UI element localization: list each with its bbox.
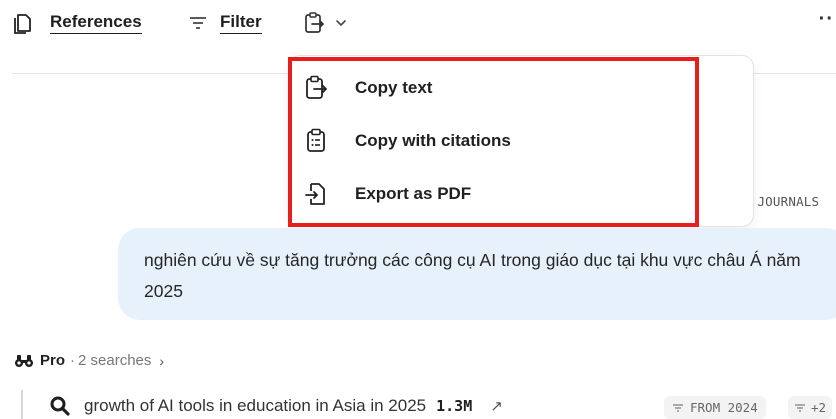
copy-with-citations-menu-item[interactable]: Copy with citations xyxy=(303,121,511,161)
pro-searches-row[interactable]: Pro · 2 searches › xyxy=(14,352,164,369)
copy-text-label: Copy text xyxy=(355,78,433,97)
user-query-bubble: nghiên cứu về sự tăng trưởng các công cụ… xyxy=(118,228,836,320)
copy-text-menu-item[interactable]: Copy text xyxy=(303,68,432,108)
result-count: 1.3M xyxy=(436,397,473,415)
references-label: References xyxy=(50,12,142,34)
export-dropdown-menu: Copy text Copy with citations Export as … xyxy=(288,55,754,227)
more-filters-tag[interactable]: +2 xyxy=(788,396,833,419)
searches-count: 2 searches xyxy=(78,352,152,369)
external-link-icon[interactable]: ↗ xyxy=(490,397,503,415)
date-filter-label: FROM 2024 xyxy=(690,400,758,415)
thread-line xyxy=(21,390,23,419)
more-filters-label: +2 xyxy=(811,400,827,415)
filter-icon xyxy=(188,13,208,33)
filter-icon xyxy=(672,403,684,413)
filter-icon xyxy=(794,403,806,413)
more-options-button[interactable]: ·· xyxy=(819,8,834,31)
chevron-down-icon xyxy=(335,18,347,28)
clipboard-list-icon xyxy=(303,128,329,154)
pro-label: Pro xyxy=(40,352,66,369)
toolbar: References Filter ·· xyxy=(0,0,836,46)
file-export-icon xyxy=(303,181,329,207)
export-as-pdf-label: Export as PDF xyxy=(355,184,472,203)
separator-dot: · xyxy=(70,352,76,369)
date-filter-tag[interactable]: FROM 2024 xyxy=(664,396,766,419)
search-query-row[interactable]: growth of AI tools in education in Asia … xyxy=(50,396,503,416)
references-tab[interactable]: References xyxy=(12,9,142,37)
pages-icon xyxy=(12,11,34,35)
copy-with-citations-label: Copy with citations xyxy=(355,131,511,150)
export-menu-button[interactable] xyxy=(303,9,347,37)
user-query-text: nghiên cứu về sự tăng trưởng các công cụ… xyxy=(144,250,801,301)
clipboard-arrow-icon xyxy=(303,11,325,35)
filter-label: Filter xyxy=(220,12,262,34)
clipboard-arrow-icon xyxy=(303,75,329,101)
chevron-right-icon: › xyxy=(159,352,165,369)
search-icon xyxy=(50,396,70,416)
export-as-pdf-menu-item[interactable]: Export as PDF xyxy=(303,174,471,214)
binoculars-icon xyxy=(14,354,34,368)
filter-button[interactable]: Filter xyxy=(188,9,262,37)
search-query-text: growth of AI tools in education in Asia … xyxy=(84,396,427,415)
